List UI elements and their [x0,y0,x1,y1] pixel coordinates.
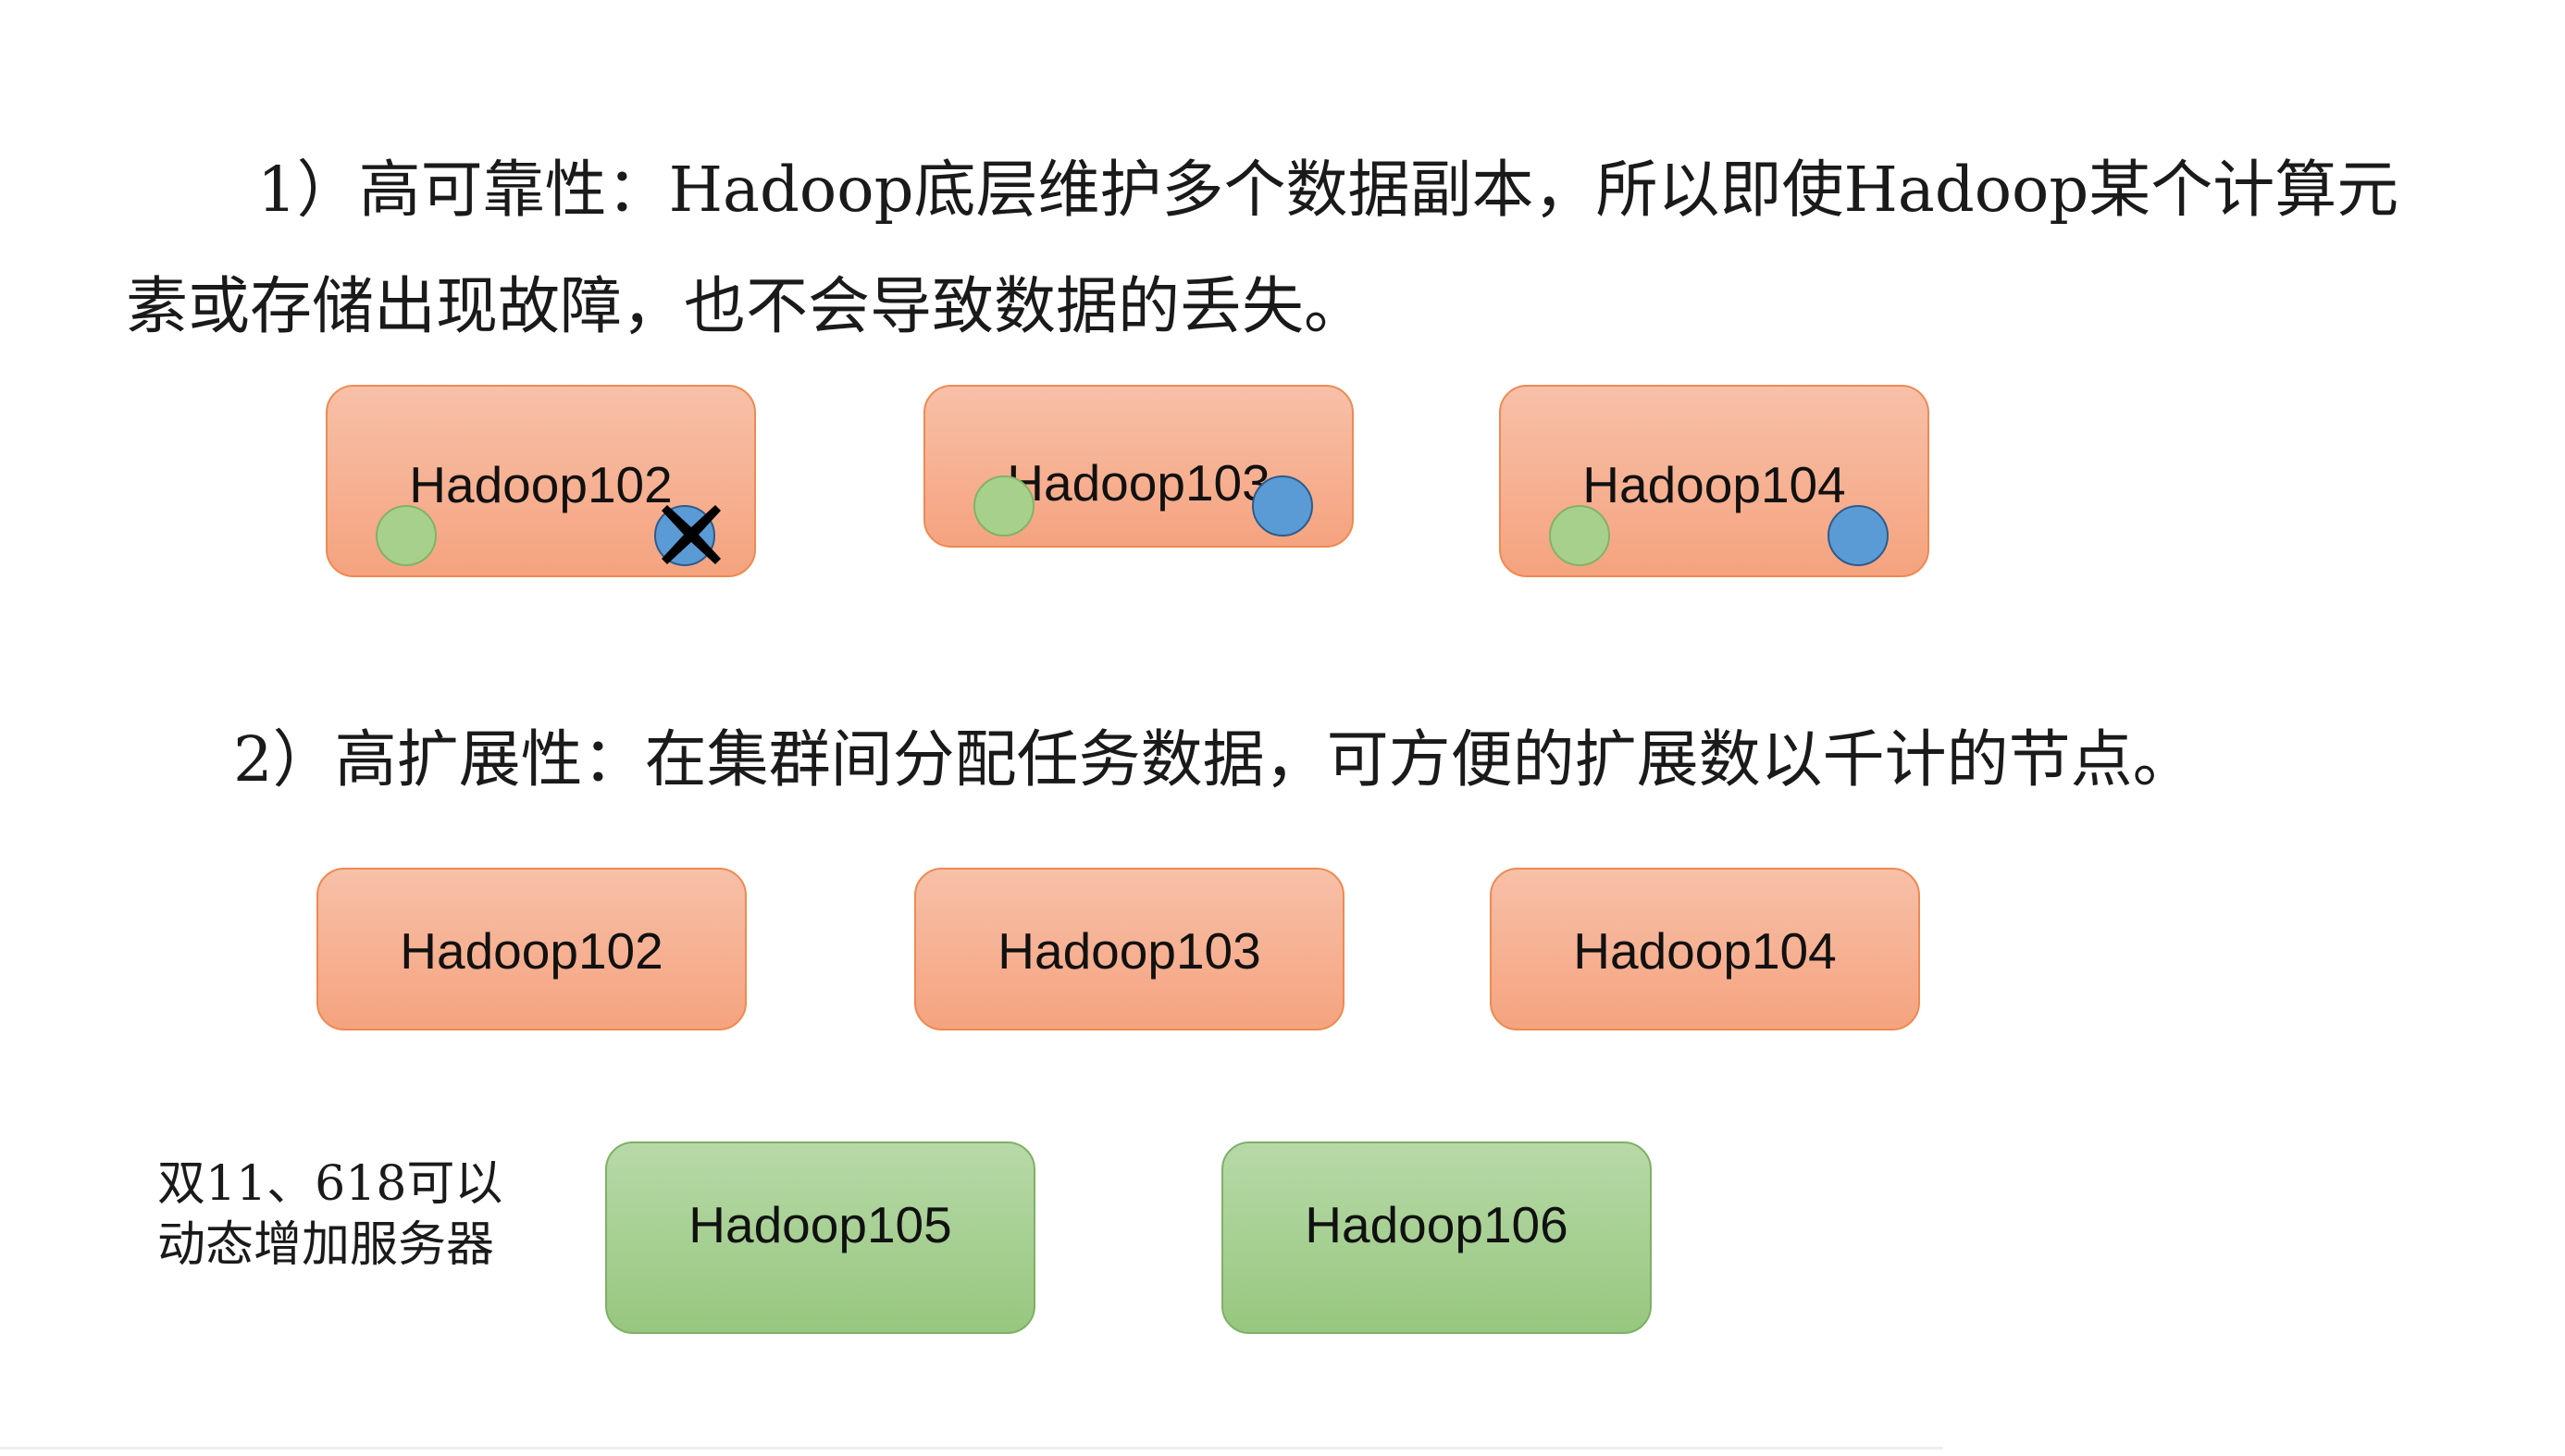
scaling-node-hadoop104: Hadoop104 [1490,868,1920,1030]
bottom-divider [0,1447,1943,1450]
reliability-heading-line2: 素或存储出现故障，也不会导致数据的丢失。 [126,270,1366,342]
node-label: Hadoop102 [400,922,663,980]
reliability-node-hadoop103: Hadoop103 [923,385,1354,548]
failure-x-icon [662,505,721,564]
scaling-node-hadoop102: Hadoop102 [316,868,747,1030]
added-node-hadoop105: Hadoop105 [605,1141,1035,1334]
green-replica-icon [973,475,1035,537]
reliability-node-hadoop102: Hadoop102 [326,385,756,577]
node-label: Hadoop106 [1305,1196,1568,1253]
node-label: Hadoop105 [688,1196,952,1253]
reliability-node-hadoop104: Hadoop104 [1499,385,1929,577]
scaling-node-hadoop103: Hadoop103 [914,868,1344,1030]
node-label: Hadoop103 [998,922,1261,980]
scaling-note-line2: 动态增加服务器 [157,1217,495,1273]
added-node-hadoop106: Hadoop106 [1221,1141,1652,1334]
node-label: Hadoop104 [1573,922,1837,980]
blue-replica-icon [1252,475,1313,537]
scaling-note-line1: 双11、618可以 [157,1156,503,1212]
blue-replica-icon [1828,505,1889,566]
green-replica-icon [376,505,437,566]
reliability-heading-line1: 1）高可靠性：Hadoop底层维护多个数据副本，所以即使Hadoop某个计算元 [257,154,2399,226]
scalability-heading: 2）高扩展性：在集群间分配任务数据，可方便的扩展数以千计的节点。 [233,723,2195,796]
green-replica-icon [1549,505,1610,566]
